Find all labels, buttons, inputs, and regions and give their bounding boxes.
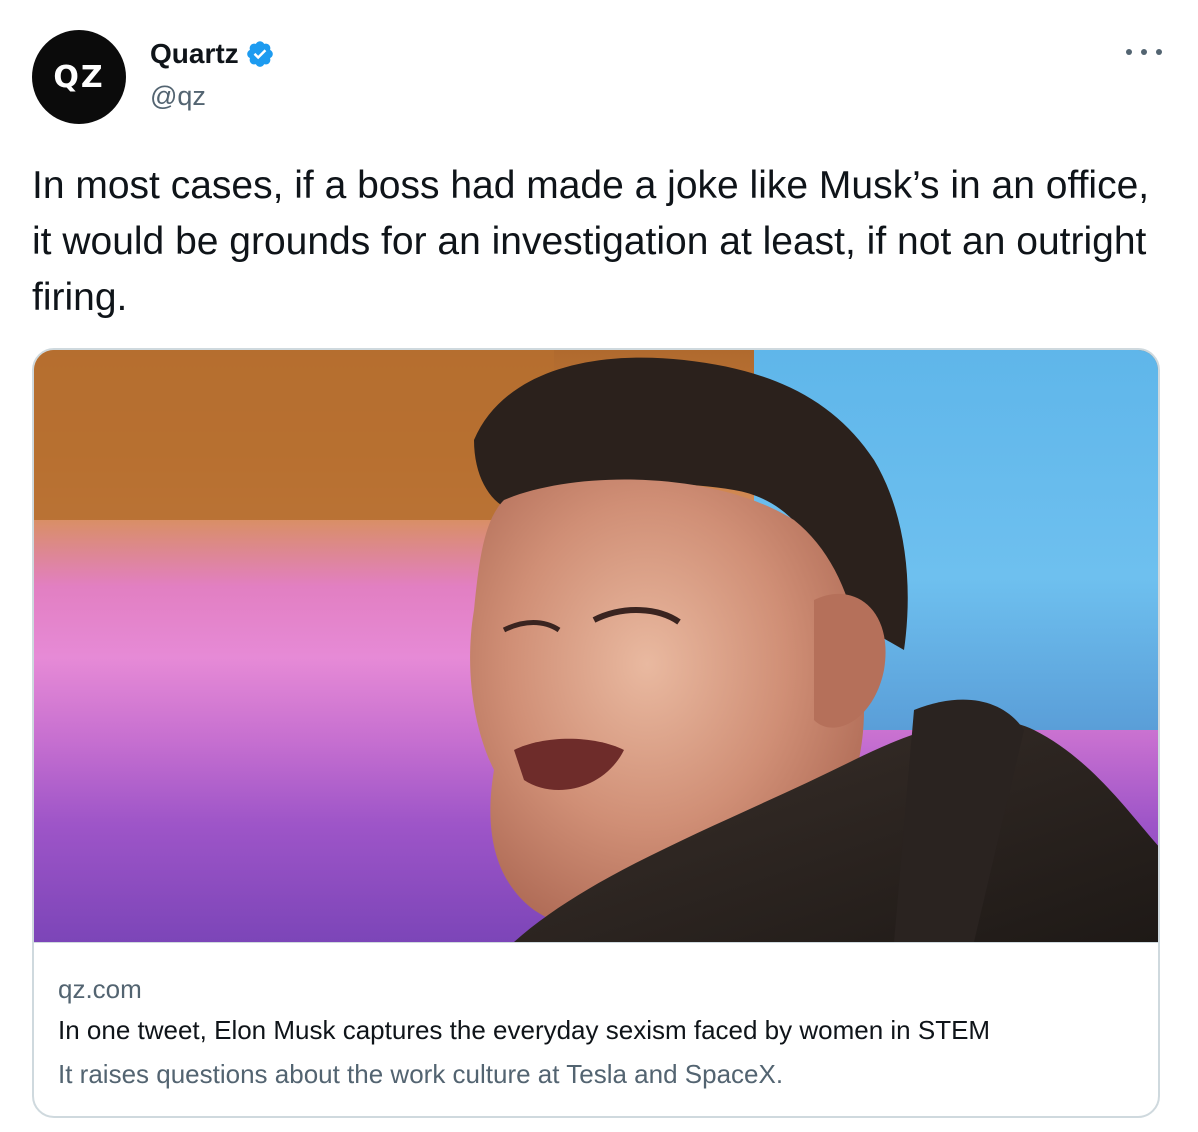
more-options-icon[interactable] [1126, 40, 1162, 64]
card-meta: qz.com In one tweet, Elon Musk captures … [58, 970, 1138, 1096]
name-row: Quartz [150, 36, 275, 72]
tweet-text: In most cases, if a boss had made a joke… [32, 164, 1150, 319]
more-dot [1126, 49, 1132, 55]
more-dot [1141, 49, 1147, 55]
card-domain: qz.com [58, 974, 142, 1004]
tweet[interactable]: QZ Quartz @qz In most cases, if a boss h… [0, 0, 1198, 1132]
avatar[interactable]: QZ [32, 30, 126, 124]
card-title: In one tweet, Elon Musk captures the eve… [58, 1015, 991, 1045]
avatar-text: QZ [53, 59, 105, 95]
author-info: Quartz @qz [150, 36, 275, 114]
card-image[interactable] [34, 350, 1158, 942]
card-divider [34, 942, 1158, 943]
more-dot [1156, 49, 1162, 55]
portrait-photo [34, 350, 1158, 942]
link-card[interactable]: qz.com In one tweet, Elon Musk captures … [32, 348, 1160, 1118]
verified-badge-icon [246, 41, 273, 67]
display-name[interactable]: Quartz [150, 36, 239, 72]
card-description: It raises questions about the work cultu… [58, 1059, 784, 1089]
handle[interactable]: @qz [150, 78, 275, 114]
